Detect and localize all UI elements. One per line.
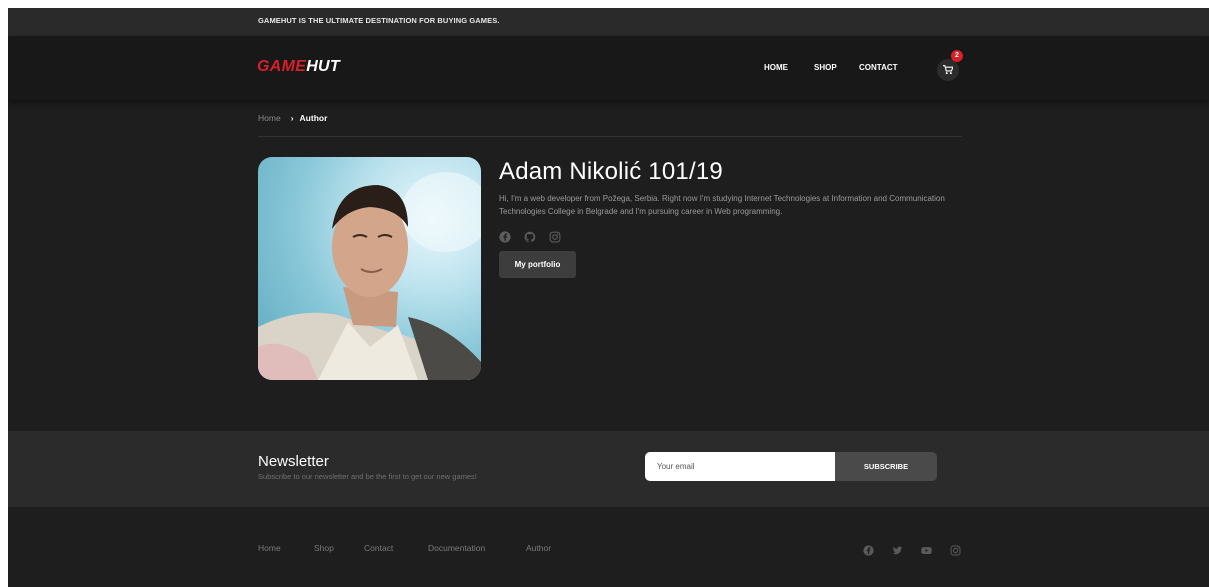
nav-home[interactable]: HOME (764, 63, 788, 72)
youtube-icon[interactable] (921, 543, 932, 554)
newsletter-subtitle: Subscribe to our newsletter and be the f… (258, 472, 477, 481)
announcement-bar: GAMEHUT IS THE ULTIMATE DESTINATION FOR … (8, 8, 1209, 36)
page: GAMEHUT IS THE ULTIMATE DESTINATION FOR … (8, 8, 1209, 587)
footer-link-documentation[interactable]: Documentation (428, 543, 485, 553)
portfolio-button[interactable]: My portfolio (499, 251, 576, 278)
footer-social-links (863, 543, 961, 556)
logo-part-game: GAME (257, 58, 307, 75)
nav-contact[interactable]: CONTACT (859, 63, 898, 72)
newsletter-email-input[interactable] (645, 452, 835, 481)
breadcrumb-chevron-icon: › (290, 113, 294, 123)
github-icon[interactable] (524, 230, 536, 243)
cart-button[interactable] (937, 59, 959, 81)
instagram-icon[interactable] (549, 230, 561, 243)
site-footer: Home Shop Contact Documentation Author (8, 507, 1209, 587)
twitter-icon[interactable] (892, 543, 903, 555)
author-bio: Hi, I'm a web developer from Požega, Ser… (499, 194, 945, 216)
footer-link-shop[interactable]: Shop (314, 543, 334, 553)
announcement-text: GAMEHUT IS THE ULTIMATE DESTINATION FOR … (258, 16, 500, 25)
subscribe-button[interactable]: SUBSCRIBE (835, 452, 937, 481)
logo-part-hut: HUT (306, 58, 340, 75)
breadcrumb-home[interactable]: Home (258, 113, 281, 123)
cart-count-badge: 2 (951, 50, 963, 62)
breadcrumb-current: Author (299, 113, 328, 123)
shopping-cart-icon (943, 65, 953, 75)
footer-link-author[interactable]: Author (526, 543, 551, 553)
author-photo (258, 157, 481, 380)
instagram-icon[interactable] (950, 543, 961, 556)
breadcrumb-divider (258, 136, 962, 137)
author-social-links (499, 230, 561, 243)
newsletter-section: Newsletter Subscribe to our newsletter a… (8, 431, 1209, 507)
facebook-icon[interactable] (863, 543, 874, 556)
footer-link-contact[interactable]: Contact (364, 543, 393, 553)
site-header: GAMEHUT HOME SHOP CONTACT 2 (8, 36, 1209, 100)
site-logo[interactable]: GAMEHUT (257, 58, 340, 76)
newsletter-title: Newsletter (258, 453, 329, 470)
breadcrumb: Home › Author (258, 113, 327, 123)
nav-shop[interactable]: SHOP (814, 63, 837, 72)
facebook-icon[interactable] (499, 230, 511, 243)
author-name: Adam Nikolić 101/19 (499, 158, 723, 185)
footer-link-home[interactable]: Home (258, 543, 281, 553)
